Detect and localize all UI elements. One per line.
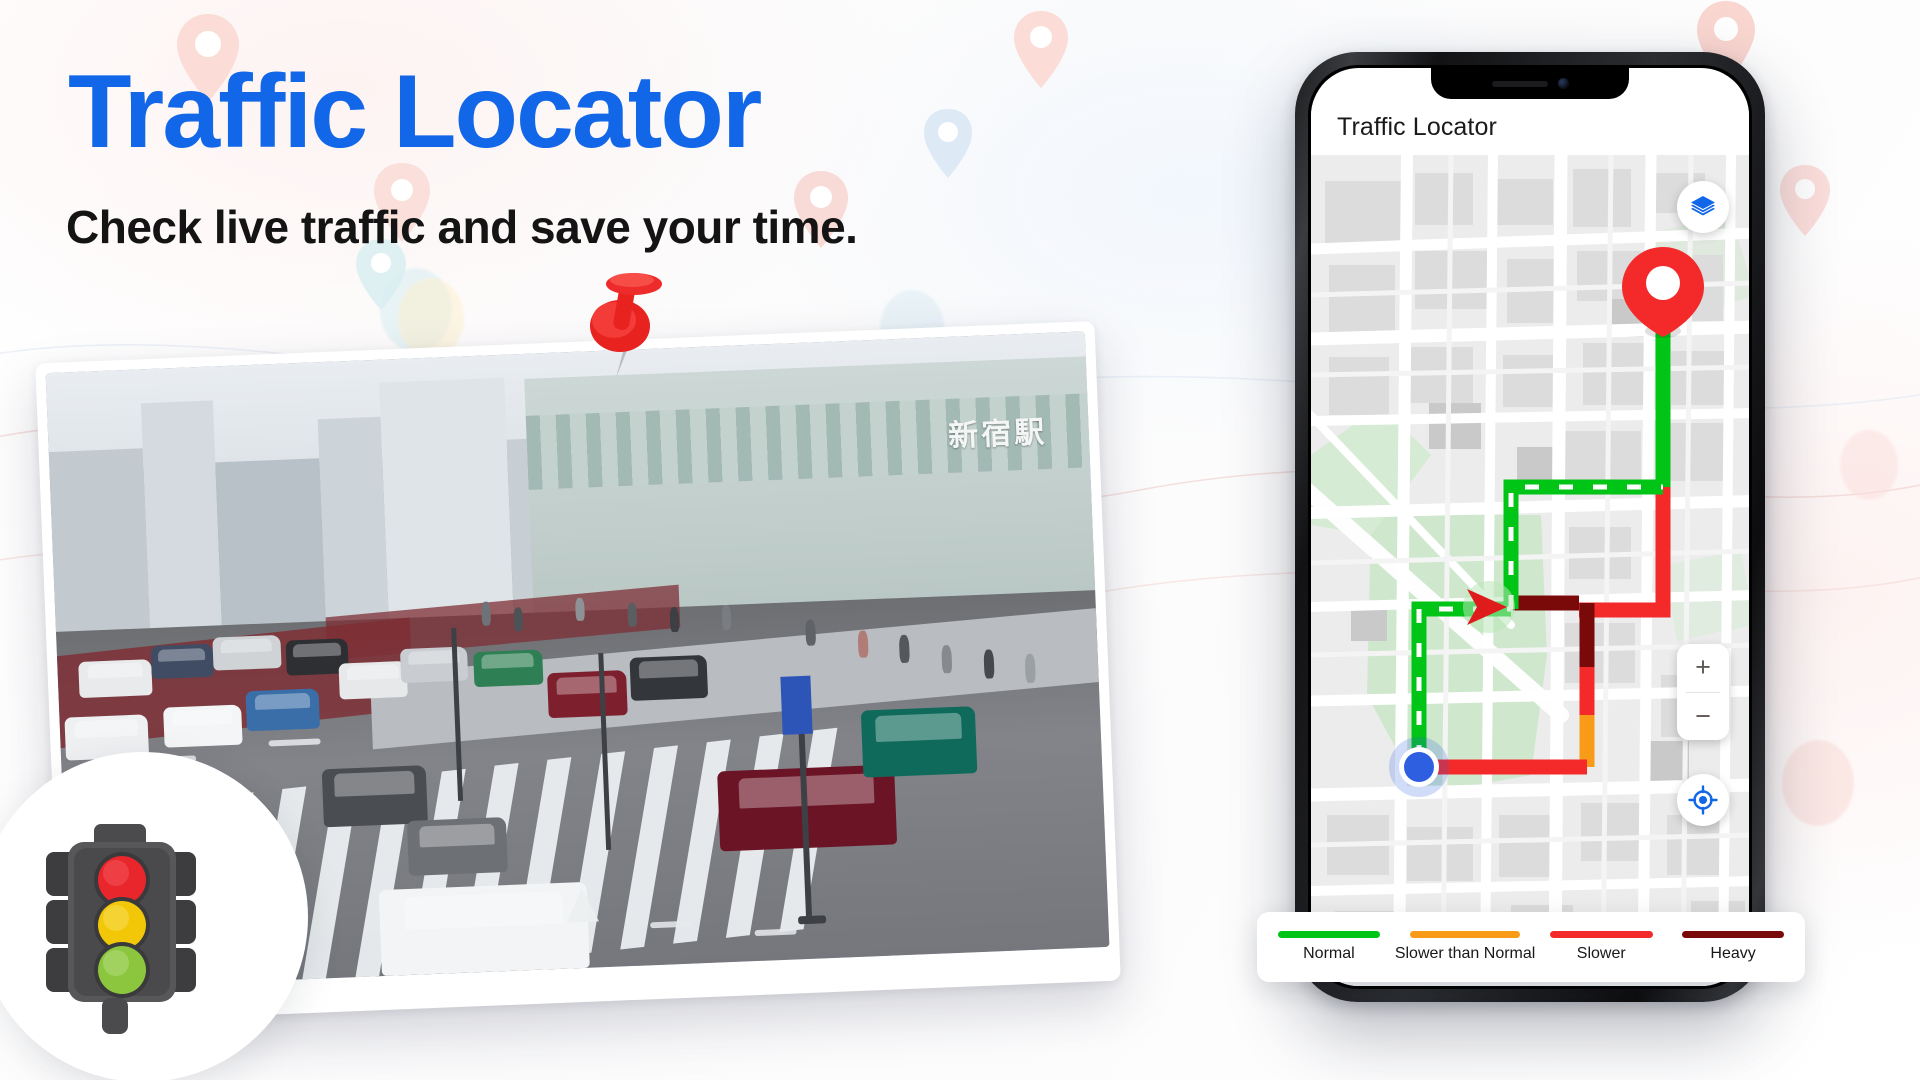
legend-item: Slower <box>1535 931 1667 963</box>
zoom-in-button[interactable]: + <box>1677 644 1729 692</box>
legend-label: Heavy <box>1710 945 1756 962</box>
current-location-dot <box>1389 737 1449 797</box>
traffic-legend: Normal Slower than Normal Slower Heavy <box>1257 912 1805 982</box>
station-sign-text: 新宿駅 <box>947 414 1048 454</box>
map-layers-button[interactable] <box>1677 181 1729 233</box>
legend-item: Slower than Normal <box>1394 931 1536 963</box>
legend-label: Slower <box>1576 945 1626 962</box>
legend-item: Heavy <box>1667 931 1799 963</box>
decorative-blob <box>1782 740 1854 826</box>
map-canvas <box>1311 155 1749 975</box>
earpiece-speaker-icon <box>1491 80 1548 87</box>
navigation-arrow-icon <box>1463 581 1515 633</box>
traffic-light-icon <box>46 824 196 1034</box>
phone-notch <box>1431 68 1629 99</box>
hero-section: Traffic Locator Check live traffic and s… <box>0 0 1150 1080</box>
legend-color-swatch <box>1681 931 1785 938</box>
traffic-light-badge <box>0 752 308 1080</box>
pushpin-icon <box>590 273 662 378</box>
legend-color-swatch <box>1549 931 1653 938</box>
phone-mockup: Traffic Locator + − <box>1295 52 1765 1002</box>
front-camera-icon <box>1557 78 1569 89</box>
locate-me-button[interactable] <box>1677 774 1729 826</box>
legend-label: Normal <box>1303 945 1355 962</box>
legend-item: Normal <box>1263 931 1395 963</box>
page-subtitle: Check live traffic and save your time. <box>66 201 858 253</box>
crosshair-locate-icon <box>1688 785 1718 815</box>
legend-color-swatch <box>1277 931 1381 938</box>
decorative-pin-icon <box>1780 165 1830 236</box>
zoom-out-button[interactable]: − <box>1677 693 1729 741</box>
legend-label: Slower than Normal <box>1394 945 1536 962</box>
decorative-blob <box>1840 430 1898 500</box>
app-title: Traffic Locator <box>1337 112 1497 141</box>
map-view[interactable]: + − <box>1311 155 1749 986</box>
legend-color-swatch <box>1410 931 1520 938</box>
map-zoom-controls: + − <box>1677 644 1729 740</box>
layers-icon <box>1691 196 1715 216</box>
phone-bezel: Traffic Locator + − <box>1308 65 1752 989</box>
app-header: Traffic Locator <box>1311 99 1749 155</box>
phone-screen: Traffic Locator + − <box>1311 68 1749 986</box>
page-title: Traffic Locator <box>68 54 762 170</box>
